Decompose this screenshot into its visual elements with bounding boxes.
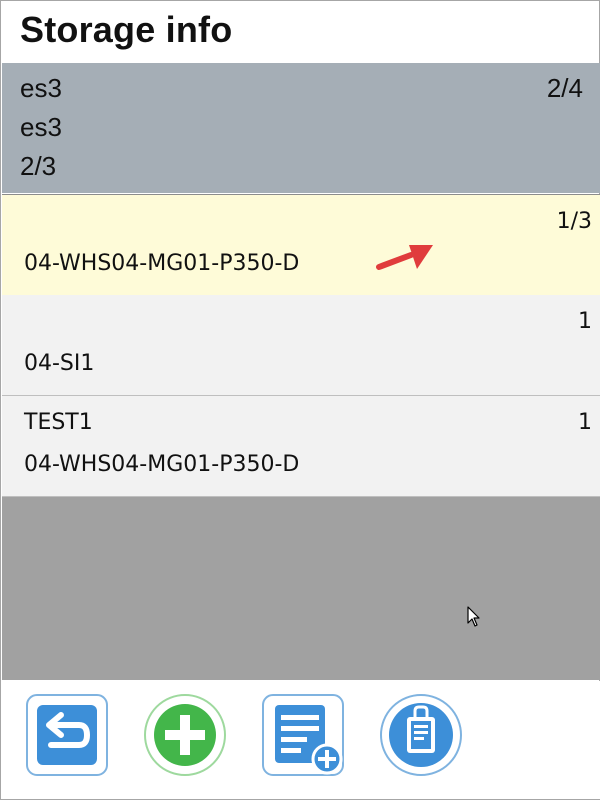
- add-button[interactable]: [143, 693, 227, 777]
- list-item[interactable]: 04-SI1 1: [2, 295, 600, 396]
- annotation-arrow-icon: [373, 239, 439, 280]
- add-to-list-button[interactable]: [261, 693, 345, 777]
- storage-summary-header: es3 es3 2/3 2/4: [2, 63, 600, 193]
- summary-line-2: es3: [20, 112, 62, 142]
- page-title: Storage info: [20, 9, 233, 50]
- summary-count: 2/4: [546, 73, 583, 103]
- list-item[interactable]: 04-WHS04-MG01-P350-D 1/3: [2, 194, 600, 296]
- clipboard-button[interactable]: [379, 693, 463, 777]
- bottom-toolbar: [2, 681, 600, 799]
- summary-line-1: es3: [20, 73, 62, 103]
- list-item-location: 04-WHS04-MG01-P350-D: [24, 251, 300, 276]
- back-arrow-icon: [26, 694, 108, 776]
- plus-circle-icon: [144, 694, 226, 776]
- list-item-quantity: 1: [578, 309, 592, 334]
- summary-line-3: 2/3: [20, 151, 57, 181]
- clipboard-icon: [380, 694, 462, 776]
- app-window: Storage info es3 es3 2/3 2/4 04-WHS04-MG…: [0, 0, 600, 800]
- back-button[interactable]: [25, 693, 109, 777]
- list-item[interactable]: TEST1 04-WHS04-MG01-P350-D 1: [2, 396, 600, 497]
- list-item-top-text: TEST1: [24, 410, 93, 435]
- list-item-location: 04-WHS04-MG01-P350-D: [24, 452, 300, 477]
- empty-list-area: [2, 497, 600, 680]
- list-item-quantity: 1/3: [556, 209, 592, 234]
- list-item-location: 04-SI1: [24, 351, 95, 376]
- mouse-cursor-icon: [467, 606, 481, 633]
- list-item-quantity: 1: [578, 410, 592, 435]
- list-add-icon: [262, 694, 344, 776]
